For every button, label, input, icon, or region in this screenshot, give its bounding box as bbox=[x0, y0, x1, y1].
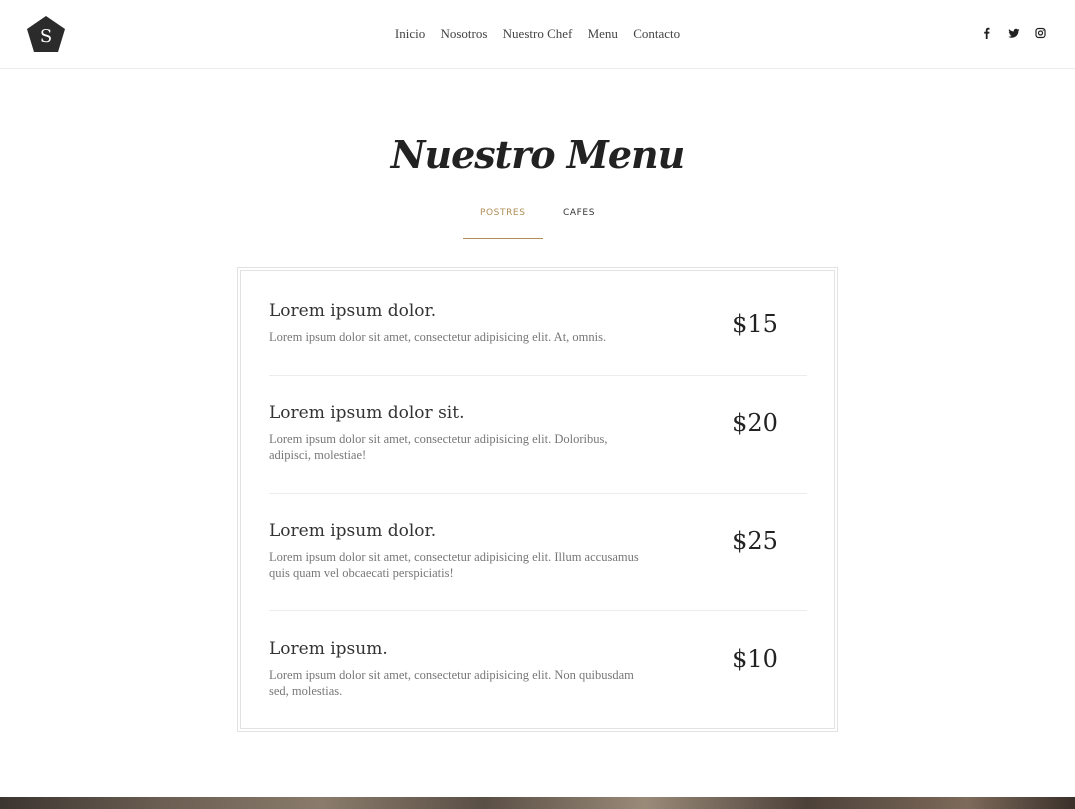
menu-item-description: Lorem ipsum dolor sit amet, consectetur … bbox=[269, 330, 607, 344]
tab-cafes[interactable]: CAFES bbox=[546, 208, 612, 238]
nav-item-nuestro-chef[interactable]: Nuestro Chef bbox=[503, 26, 573, 42]
nav-item-inicio[interactable]: Inicio bbox=[395, 26, 425, 42]
menu-item: Lorem ipsum dolor. Lorem ipsum dolor sit… bbox=[269, 301, 807, 376]
nav-item-menu[interactable]: Menu bbox=[588, 26, 618, 42]
menu-card-inner: Lorem ipsum dolor. Lorem ipsum dolor sit… bbox=[240, 270, 835, 729]
main-nav: Inicio Nosotros Nuestro Chef Menu Contac… bbox=[0, 26, 1075, 42]
menu-item-price: $25 bbox=[732, 527, 778, 555]
menu-item-description: Lorem ipsum dolor sit amet, consectetur … bbox=[269, 432, 608, 462]
menu-item-price: $15 bbox=[732, 310, 778, 338]
nav-item-contacto[interactable]: Contacto bbox=[633, 26, 680, 42]
social-links bbox=[980, 26, 1047, 40]
menu-item-description: Lorem ipsum dolor sit amet, consectetur … bbox=[269, 668, 634, 698]
menu-item: Lorem ipsum dolor. Lorem ipsum dolor sit… bbox=[269, 521, 807, 611]
nav-item-nosotros[interactable]: Nosotros bbox=[440, 26, 487, 42]
site-header: S Inicio Nosotros Nuestro Chef Menu Cont… bbox=[0, 0, 1075, 69]
twitter-icon[interactable] bbox=[1007, 26, 1020, 40]
tab-postres[interactable]: POSTRES bbox=[462, 208, 543, 239]
section-title: Nuestro Menu bbox=[390, 132, 686, 177]
menu-item: Lorem ipsum dolor sit. Lorem ipsum dolor… bbox=[269, 403, 807, 494]
menu-item-description: Lorem ipsum dolor sit amet, consectetur … bbox=[269, 550, 639, 580]
facebook-icon[interactable] bbox=[980, 26, 993, 40]
menu-item: Lorem ipsum. Lorem ipsum dolor sit amet,… bbox=[269, 639, 807, 729]
menu-card: Lorem ipsum dolor. Lorem ipsum dolor sit… bbox=[237, 267, 838, 732]
footer-image bbox=[0, 797, 1075, 809]
menu-item-price: $10 bbox=[732, 645, 778, 673]
instagram-icon[interactable] bbox=[1034, 26, 1047, 40]
menu-item-price: $20 bbox=[732, 409, 778, 437]
menu-tabs: POSTRES CAFES bbox=[0, 208, 1075, 239]
